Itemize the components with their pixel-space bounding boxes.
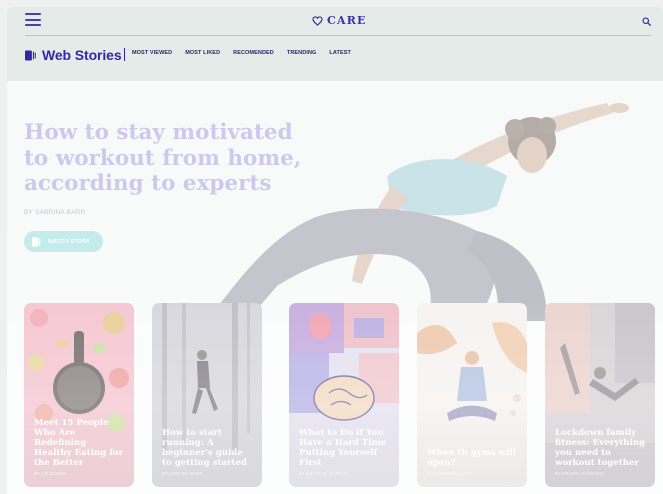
web-stories-logo[interactable]: Web Stories — [25, 47, 122, 63]
card-title: When th gyms will open? — [427, 448, 516, 468]
hero-title[interactable]: How to stay motivated to workout from ho… — [24, 120, 324, 197]
hero-author: BY SABRINA BARR — [24, 209, 86, 216]
brand-name: CARE — [327, 14, 367, 27]
story-cards: Meet 15 People Who Are Redefining Health… — [24, 303, 655, 489]
hero-image — [207, 103, 629, 321]
hamburger-menu-icon[interactable] — [25, 13, 41, 26]
subheader-separator — [124, 48, 125, 61]
web-stories-title: Web Stories — [42, 47, 122, 63]
watch-story-button[interactable]: WATCH STORY — [24, 231, 103, 252]
hero-story[interactable]: How to stay motivated to workout from ho… — [7, 81, 663, 321]
web-stories-icon — [25, 49, 36, 61]
card-author: BY SABRINA BARR — [162, 471, 203, 476]
card-author: BY PRADSA SADIKSHA — [555, 471, 605, 476]
header-divider — [25, 35, 651, 36]
card-title: Lockdown family fitness: Everything you … — [555, 428, 646, 468]
nav-recommended[interactable]: RECOMENDED — [233, 50, 274, 56]
card-author: BY JOHANNA CLARK — [427, 471, 472, 476]
watch-story-label: WATCH STORY — [48, 238, 91, 245]
heart-icon — [312, 15, 323, 26]
nav-most-liked[interactable]: MOST LIKED — [185, 50, 220, 56]
card-title: What to Do if You Have a Hard Time Putti… — [299, 428, 387, 468]
card-title: Meet 15 People Who Are Redefining Health… — [34, 418, 124, 468]
nav-trending[interactable]: TRENDING — [287, 50, 317, 56]
card-title: How to start running: A beginner's guide… — [162, 428, 247, 468]
nav-most-viewed[interactable]: MOST VIEWED — [132, 50, 172, 56]
story-card[interactable]: Meet 15 People Who Are Redefining Health… — [24, 303, 134, 487]
header: CARE Web Stories MOST VIEWED MOST LIKED … — [7, 7, 663, 81]
stories-nav: MOST VIEWED MOST LIKED RECOMENDED TRENDI… — [132, 50, 351, 56]
card-author: BY KATHRYN MURPHY — [299, 471, 349, 476]
nav-latest[interactable]: LATEST — [329, 50, 351, 56]
card-author: BY LIZ COWAN — [34, 471, 67, 476]
story-card[interactable]: When th gyms will open? BY JOHANNA CLARK — [417, 303, 527, 487]
story-card[interactable]: How to start running: A beginner's guide… — [152, 303, 262, 487]
story-card[interactable]: Lockdown family fitness: Everything you … — [545, 303, 655, 487]
brand-logo[interactable]: CARE — [312, 14, 367, 27]
story-card[interactable]: What to Do if You Have a Hard Time Putti… — [289, 303, 399, 487]
page-frame: CARE Web Stories MOST VIEWED MOST LIKED … — [7, 7, 663, 494]
search-icon[interactable] — [642, 17, 651, 26]
web-stories-icon — [32, 236, 41, 247]
